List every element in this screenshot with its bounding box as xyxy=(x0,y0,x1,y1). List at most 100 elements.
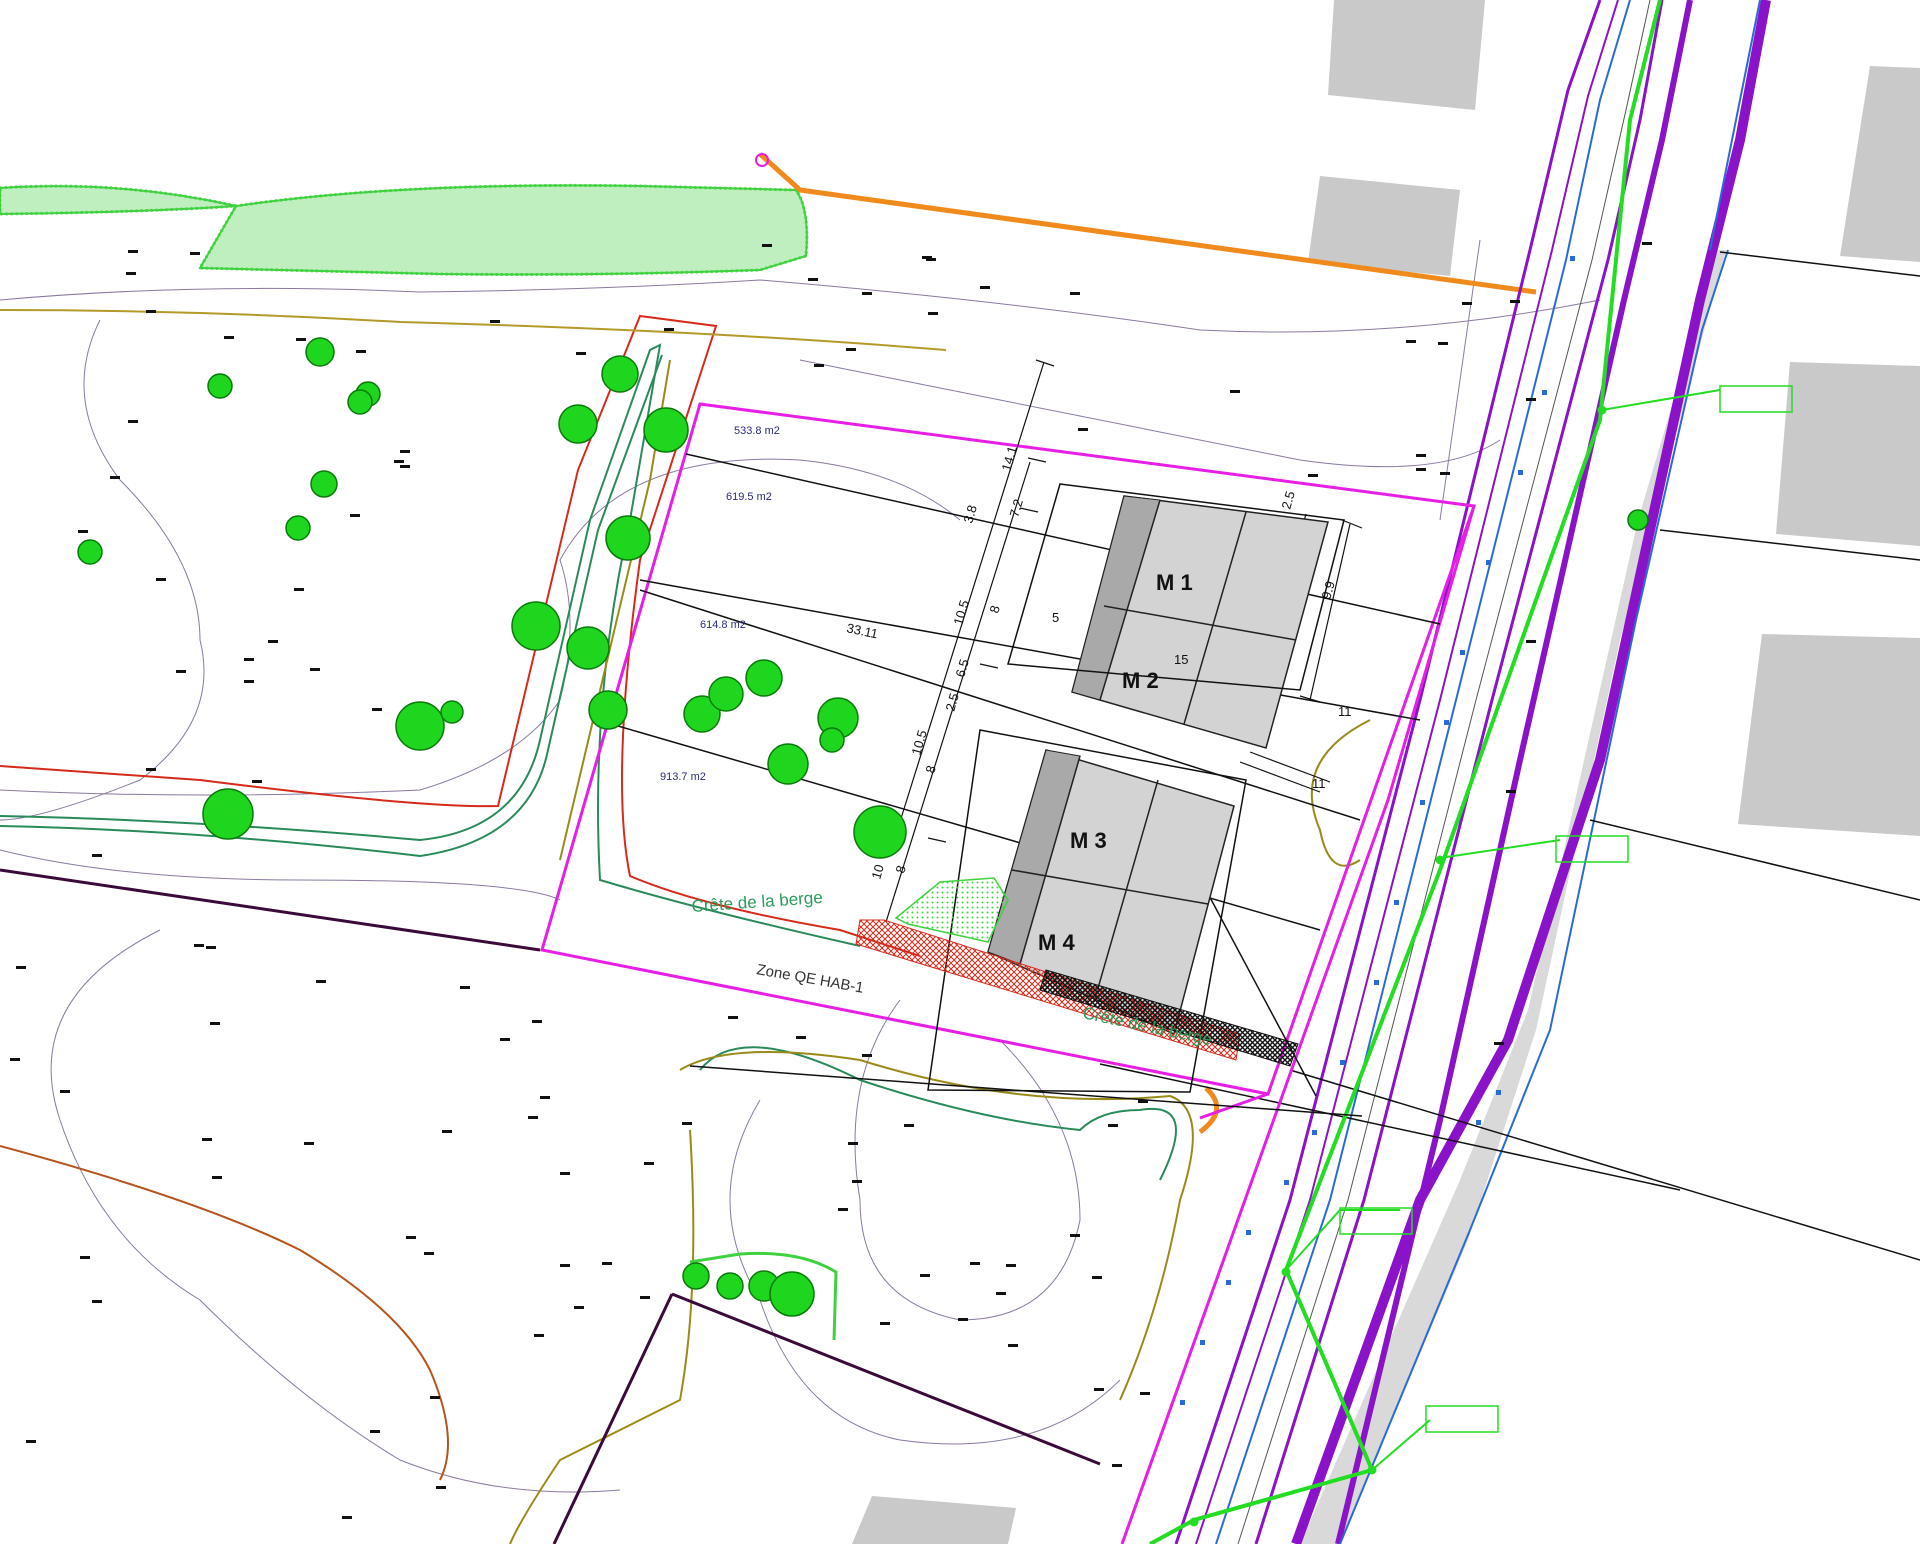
riverbank-olive-1 xyxy=(0,309,947,351)
spot-height-marker xyxy=(970,1262,980,1265)
dim-2-5-right: 2.5 xyxy=(1278,489,1297,511)
spot-height-marker xyxy=(644,1162,654,1165)
spot-height-marker xyxy=(244,658,254,661)
utility-marker-icon xyxy=(1226,1280,1231,1285)
dim-11-lower: 11 xyxy=(1312,776,1326,791)
utility-marker-icon xyxy=(1246,1230,1251,1235)
utility-marker-icon xyxy=(1444,720,1449,725)
crete-label-1: Crête de la berge xyxy=(691,888,823,916)
utility-marker-icon xyxy=(1180,1400,1185,1405)
spot-height-marker xyxy=(1416,468,1426,471)
dark-boundary-line-south xyxy=(552,1292,1101,1544)
spot-height-marker xyxy=(1230,390,1240,393)
spot-height-marker xyxy=(500,1038,510,1041)
spot-height-marker xyxy=(996,1292,1006,1295)
spot-height-marker xyxy=(128,250,138,253)
spot-height-marker xyxy=(490,320,500,323)
spot-height-marker xyxy=(1092,1276,1102,1279)
spot-height-marker xyxy=(852,1180,862,1183)
dim-11-upper: 11 xyxy=(1338,704,1352,719)
spot-height-marker xyxy=(394,460,404,463)
spot-height-marker xyxy=(92,1300,102,1303)
spot-height-marker xyxy=(640,1296,650,1299)
spot-height-marker xyxy=(880,1322,890,1325)
spot-height-marker xyxy=(304,1142,314,1145)
tree-icon xyxy=(440,700,464,724)
spot-height-marker xyxy=(1094,1388,1104,1391)
dim-14-1: 14.1 xyxy=(998,444,1019,472)
tree-icon xyxy=(566,626,610,670)
riverbank-green-1 xyxy=(0,343,861,947)
house-label-m3: M 3 xyxy=(1070,828,1107,853)
spot-height-marker xyxy=(424,1252,434,1255)
spot-height-marker xyxy=(574,1306,584,1309)
tree-icon xyxy=(682,1262,710,1290)
spot-height-marker xyxy=(958,1318,968,1321)
spot-height-marker xyxy=(212,1176,222,1179)
utility-marker-icon xyxy=(1476,1120,1481,1125)
spot-height-marker xyxy=(350,514,360,517)
tree-icon xyxy=(853,805,907,859)
spot-height-marker xyxy=(460,986,470,989)
tree-icon xyxy=(588,690,628,730)
spot-height-marker xyxy=(156,578,166,581)
spot-height-marker xyxy=(1406,340,1416,343)
network-info-boxes xyxy=(1339,385,1793,1433)
spot-height-marker xyxy=(846,348,856,351)
tree-icon xyxy=(347,389,373,415)
spot-height-marker xyxy=(310,668,320,671)
dim-9-9: 9.9 xyxy=(1318,579,1337,601)
utility-marker-icon xyxy=(1340,1060,1345,1065)
spot-height-marker xyxy=(26,1440,36,1443)
dim-3-8: 3.8 xyxy=(960,503,979,525)
utility-marker-icon xyxy=(1570,256,1575,261)
spot-height-marker xyxy=(1416,454,1426,457)
spot-height-marker xyxy=(862,1054,872,1057)
tree-icon xyxy=(819,727,845,753)
spot-height-marker xyxy=(682,1122,692,1125)
spot-height-marker xyxy=(110,476,120,479)
tree-icon xyxy=(511,601,561,651)
tree-icon xyxy=(310,470,338,498)
spot-height-marker xyxy=(372,708,382,711)
building-ne-1 xyxy=(1328,0,1485,110)
utility-marker-icon xyxy=(1518,470,1523,475)
tree-icon xyxy=(716,1272,744,1300)
spot-height-marker xyxy=(528,1116,538,1119)
spot-height-marker xyxy=(1140,1392,1150,1395)
parcel-area-1: 533.8 m2 xyxy=(734,425,780,437)
spot-height-marker xyxy=(920,1274,930,1277)
utility-marker-icon xyxy=(1284,1180,1289,1185)
spot-height-marker xyxy=(202,1138,212,1141)
tree-icon xyxy=(769,1271,815,1317)
spot-height-marker xyxy=(762,244,772,247)
spot-height-marker xyxy=(532,1020,542,1023)
neighbour-buildings xyxy=(852,0,1920,1544)
spot-height-marker xyxy=(1438,342,1448,345)
dim-2-5-left: 2.5 xyxy=(942,691,961,713)
spot-height-marker xyxy=(814,364,824,367)
utility-marker-icon xyxy=(1420,800,1425,805)
house-label-m2: M 2 xyxy=(1122,668,1159,693)
spot-height-marker xyxy=(540,1096,550,1099)
building-east-1 xyxy=(1840,66,1920,262)
dim-8-bottom: 8 xyxy=(892,864,908,875)
spot-height-marker xyxy=(356,350,366,353)
building-ne-2 xyxy=(1308,176,1460,276)
spot-height-marker xyxy=(1526,398,1536,401)
spot-height-marker xyxy=(1078,428,1088,431)
spot-height-marker xyxy=(1440,472,1450,475)
dim-10-5-upper: 10.5 xyxy=(950,598,971,626)
dim-10-5-lower: 10.5 xyxy=(908,728,929,756)
dim-8-lower: 8 xyxy=(922,764,938,775)
spot-height-marker xyxy=(176,670,186,673)
spot-height-marker xyxy=(146,310,156,313)
spot-height-marker xyxy=(904,1124,914,1127)
dark-boundary-line xyxy=(0,868,541,952)
spot-height-marker xyxy=(808,278,818,281)
spot-height-marker xyxy=(1008,1344,1018,1347)
spot-height-marker xyxy=(1006,1264,1016,1267)
spot-height-marker xyxy=(980,286,990,289)
house-label-m4: M 4 xyxy=(1038,930,1075,955)
spot-height-marker xyxy=(442,1130,452,1133)
